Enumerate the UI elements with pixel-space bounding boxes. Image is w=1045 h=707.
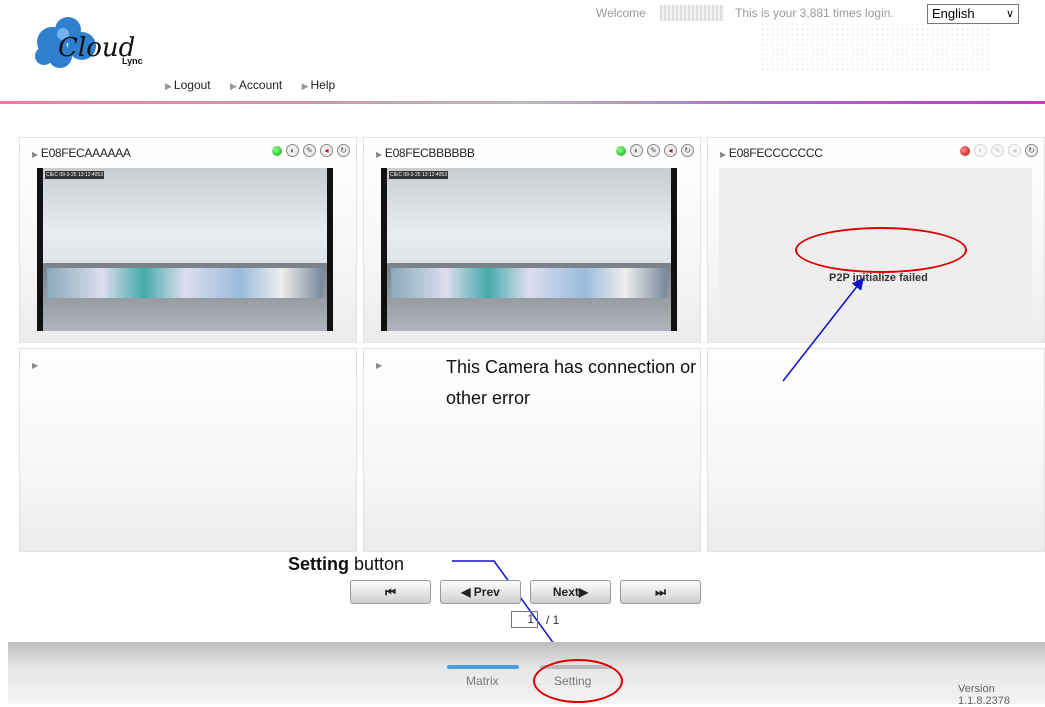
last-page-icon: ⏭ [655, 585, 666, 599]
error-arrow [782, 277, 864, 382]
prev-label: ◀ Prev [461, 585, 500, 599]
annotation-arrows [452, 277, 864, 669]
footer-bar [8, 642, 1045, 704]
next-page-button[interactable]: Next▶ [530, 580, 611, 604]
setting-highlight-oval [533, 659, 623, 703]
first-page-button[interactable]: ⏮ [350, 580, 431, 604]
prev-page-button[interactable]: ◀ Prev [440, 580, 521, 604]
page-total: / 1 [546, 613, 560, 627]
page-number-input[interactable]: 1 [511, 611, 538, 628]
matrix-tab-indicator [447, 665, 519, 669]
last-page-button[interactable]: ⏭ [620, 580, 701, 604]
tab-matrix[interactable]: Matrix [466, 674, 499, 688]
next-label: Next▶ [552, 585, 589, 599]
first-page-icon: ⏮ [385, 585, 396, 599]
version-text: Version 1.1.8.2378 [958, 683, 1010, 707]
